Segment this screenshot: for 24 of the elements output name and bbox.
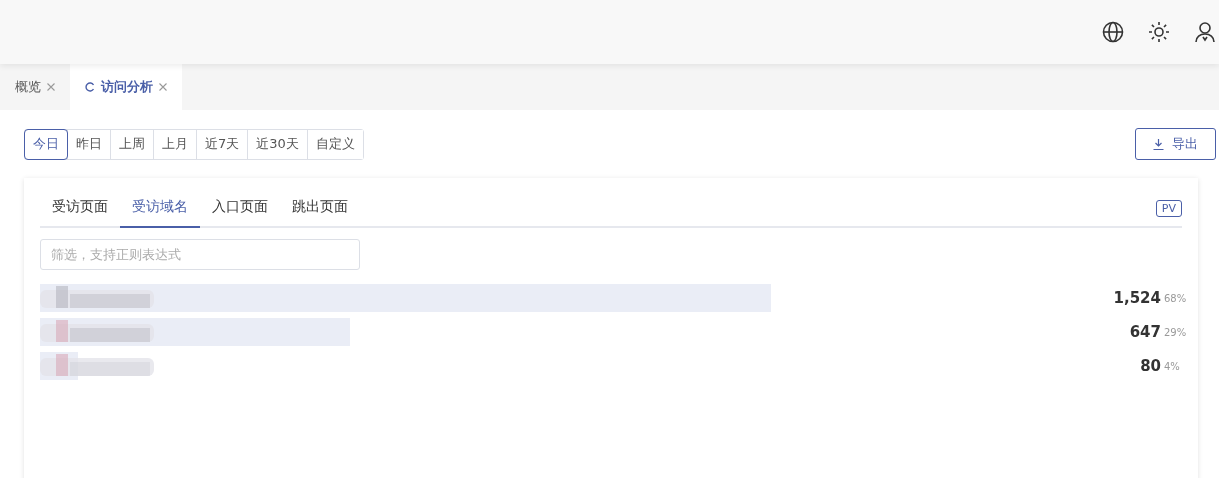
filter-field[interactable]: 筛选，支持正则表达式 xyxy=(40,239,360,270)
download-icon xyxy=(1153,138,1164,150)
report-tab[interactable]: 受访页面 xyxy=(40,190,120,228)
visit-count: 1,524 xyxy=(1113,289,1161,307)
report-tab[interactable]: 入口页面 xyxy=(200,190,280,228)
report-tab[interactable]: 跳出页面 xyxy=(280,190,360,228)
date-range-button[interactable]: 自定义 xyxy=(306,129,363,159)
report-tab[interactable]: 受访域名 xyxy=(120,190,200,228)
export-button[interactable]: 导出 xyxy=(1135,128,1216,160)
tab-label: 访问分析 xyxy=(101,78,153,96)
metric-badge[interactable]: PV xyxy=(1155,200,1182,217)
visit-percent: 4% xyxy=(1164,360,1181,372)
close-icon[interactable] xyxy=(47,83,55,91)
visit-count: 80 xyxy=(1140,357,1161,375)
page-tab[interactable]: 访问分析 xyxy=(70,64,182,110)
sun-icon[interactable] xyxy=(1148,21,1170,43)
date-range-button[interactable]: 今日 xyxy=(25,129,67,159)
globe-icon[interactable] xyxy=(1102,21,1124,43)
close-icon[interactable] xyxy=(159,83,167,91)
visit-count: 647 xyxy=(1129,323,1161,341)
refresh-icon[interactable] xyxy=(85,82,95,92)
user-icon[interactable] xyxy=(1194,21,1216,43)
page-tab[interactable]: 概览 xyxy=(0,64,70,110)
tab-label: 概览 xyxy=(15,78,41,96)
